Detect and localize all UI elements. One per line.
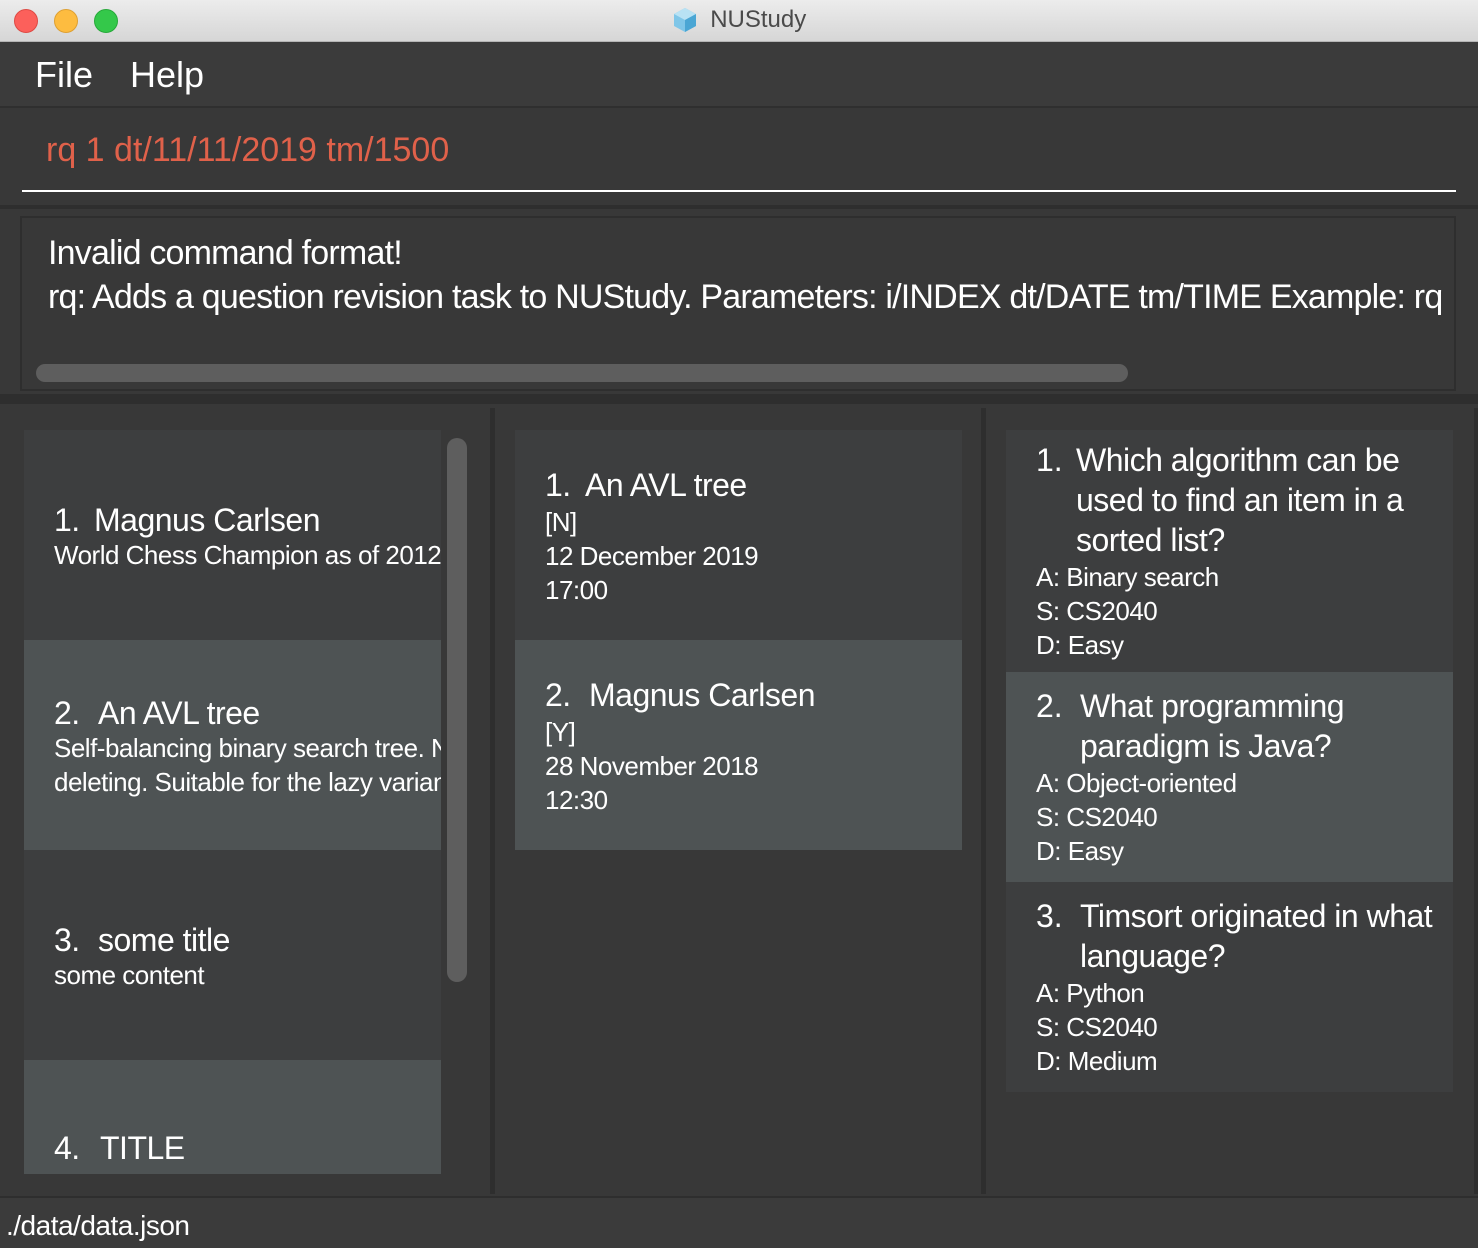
note-content: World Chess Champion as of 2012 <box>54 540 441 570</box>
question-title-line: paradigm is Java? <box>1080 728 1332 764</box>
question-subject: S: CS2040 <box>1036 596 1158 626</box>
note-card[interactable]: 1. Magnus Carlsen World Chess Champion a… <box>24 430 441 640</box>
question-card[interactable]: 1. Which algorithm can be used to find a… <box>1006 430 1453 672</box>
divider <box>0 205 1478 209</box>
result-usage-line: rq: Adds a question revision task to NUS… <box>48 278 1443 316</box>
task-time: 17:00 <box>545 575 608 605</box>
divider <box>0 394 1478 404</box>
result-message-line: Invalid command format! <box>48 234 403 272</box>
task-title: Magnus Carlsen <box>589 677 816 713</box>
question-card[interactable]: 3. Timsort originated in what language? … <box>1006 882 1453 1092</box>
question-number: 2. <box>1036 688 1063 724</box>
task-status: [N] <box>545 507 577 537</box>
command-input[interactable] <box>22 110 1456 192</box>
task-date: 28 November 2018 <box>545 751 759 781</box>
note-number: 4. <box>54 1130 80 1166</box>
divider <box>1474 408 1478 1194</box>
note-title: TITLE <box>100 1130 185 1166</box>
question-title-line: What programming <box>1080 688 1345 724</box>
task-list-panel: 1. An AVL tree [N] 12 December 2019 17:0… <box>495 408 981 1194</box>
app-logo-icon <box>673 8 696 32</box>
note-number: 1. <box>54 502 80 538</box>
task-status: [Y] <box>545 717 576 747</box>
question-difficulty: D: Easy <box>1036 630 1124 660</box>
task-card[interactable]: 2. Magnus Carlsen [Y] 28 November 2018 1… <box>515 640 962 850</box>
result-display: Invalid command format! rq: Adds a quest… <box>20 216 1456 391</box>
task-time: 12:30 <box>545 785 608 815</box>
question-title-line: Which algorithm can be <box>1076 442 1400 478</box>
question-answer: A: Binary search <box>1036 562 1219 592</box>
question-number: 3. <box>1036 898 1063 934</box>
note-number: 3. <box>54 922 80 958</box>
question-title-line: sorted list? <box>1076 522 1225 558</box>
task-number: 2. <box>545 677 571 713</box>
question-difficulty: D: Easy <box>1036 836 1124 866</box>
note-title: An AVL tree <box>98 695 260 731</box>
question-title-line: Timsort originated in what <box>1080 898 1433 934</box>
question-title: What programming paradigm is Java? <box>1080 686 1345 766</box>
question-title: Which algorithm can be used to find an i… <box>1076 440 1404 560</box>
question-subject: S: CS2040 <box>1036 802 1158 832</box>
question-answer: A: Object-oriented <box>1036 768 1237 798</box>
window-titlebar: NUStudy <box>0 0 1478 42</box>
question-difficulty: D: Medium <box>1036 1046 1158 1076</box>
question-answer: A: Python <box>1036 978 1145 1008</box>
note-list-panel: 1. Magnus Carlsen World Chess Champion a… <box>4 408 490 1194</box>
note-title: some title <box>98 922 230 958</box>
note-content: deleting. Suitable for the lazy variant <box>54 767 441 797</box>
question-title: Timsort originated in what language? <box>1080 896 1433 976</box>
question-list-panel: 1. Which algorithm can be used to find a… <box>986 408 1474 1194</box>
task-date: 12 December 2019 <box>545 541 759 571</box>
task-title: An AVL tree <box>585 467 747 503</box>
menu-file[interactable]: File <box>35 54 93 96</box>
question-title-line: language? <box>1080 938 1225 974</box>
result-horizontal-scrollbar[interactable] <box>36 364 1128 382</box>
note-number: 2. <box>54 695 80 731</box>
window-title-group: NUStudy <box>0 6 1478 36</box>
task-number: 1. <box>545 467 571 503</box>
note-title: Magnus Carlsen <box>94 502 321 538</box>
task-card[interactable]: 1. An AVL tree [N] 12 December 2019 17:0… <box>515 430 962 640</box>
save-location-path: ./data/data.json <box>6 1210 190 1241</box>
question-number: 1. <box>1036 442 1063 478</box>
window-title: NUStudy <box>710 6 807 33</box>
note-card[interactable]: 2. An AVL tree Self-balancing binary sea… <box>24 640 441 850</box>
status-bar: ./data/data.json <box>0 1196 1478 1248</box>
note-list-scrollbar[interactable] <box>447 438 467 982</box>
menu-help[interactable]: Help <box>130 54 204 96</box>
note-card[interactable]: 3. some title some content <box>24 850 441 1060</box>
question-subject: S: CS2040 <box>1036 1012 1158 1042</box>
note-card[interactable]: 4. TITLE <box>24 1060 441 1174</box>
question-title-line: used to find an item in a <box>1076 482 1404 518</box>
menu-bar: File Help <box>0 42 1478 108</box>
note-content: Self-balancing binary search tree. N <box>54 733 441 763</box>
command-box <box>0 110 1478 205</box>
note-content: some content <box>54 960 205 990</box>
question-card[interactable]: 2. What programming paradigm is Java? A:… <box>1006 672 1453 882</box>
